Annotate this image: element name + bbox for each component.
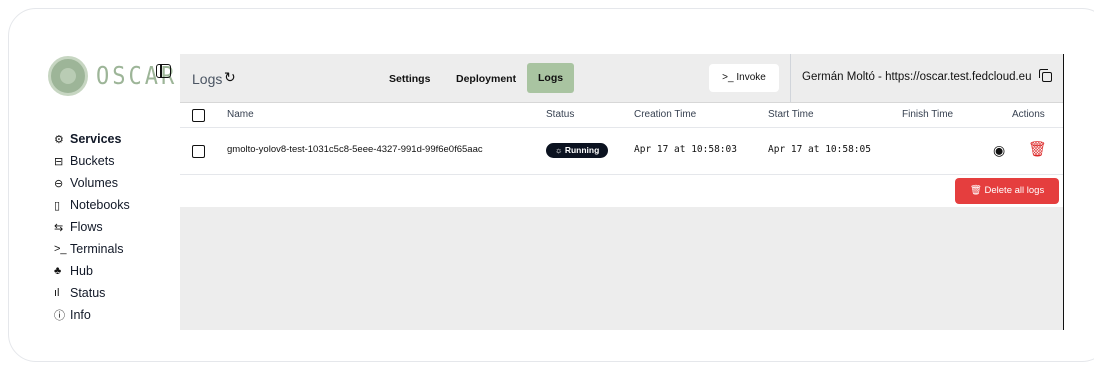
tab-deployment[interactable]: Deployment [445,68,527,90]
column-finish-time: Finish Time [902,109,954,120]
column-actions: Actions [1012,109,1045,120]
table-footer: 🗑 Delete all logs [180,175,1063,207]
row-checkbox[interactable] [192,145,205,158]
sidebar-item-label: Status [70,286,106,300]
sidebar-item-hub[interactable]: ♣ Hub [54,260,130,282]
volume-icon: ⊖ [54,177,64,190]
column-creation-time: Creation Time [634,109,697,120]
column-start-time: Start Time [768,109,814,120]
info-icon: ⓘ [54,310,65,322]
delete-all-logs-button[interactable]: 🗑 Delete all logs [955,178,1059,204]
log-name: gmolto-yolov8-test-1031c5c8-5eee-4327-99… [227,144,483,155]
sidebar-item-label: Volumes [70,176,118,190]
bucket-icon: ⊟ [54,155,64,168]
column-status: Status [546,109,575,120]
hub-icon: ♣ [54,265,62,277]
flows-icon: ⇆ [54,221,64,234]
view-log-icon[interactable]: ◉ [993,142,1005,159]
sidebar-item-flows[interactable]: ⇆ Flows [54,216,130,238]
sidebar-item-status[interactable]: ıl Status [54,282,130,304]
copy-icon[interactable] [1039,69,1052,82]
sidebar-item-info[interactable]: ⓘ Info [54,304,130,326]
sidebar-item-buckets[interactable]: ⊟ Buckets [54,150,130,172]
sidebar-item-label: Terminals [70,242,124,256]
sidebar-toggle-icon[interactable] [156,64,171,78]
divider [790,54,791,102]
sidebar-item-volumes[interactable]: ⊖ Volumes [54,172,130,194]
main-panel: Logs ↻ Settings Deployment Logs >_ Invok… [180,54,1063,330]
sidebar-item-label: Buckets [70,154,115,168]
sidebar-item-services[interactable]: ⚙ Services [54,128,130,150]
sidebar-item-label: Info [70,308,91,322]
panel-edge [1063,54,1064,330]
refresh-icon[interactable]: ↻ [224,69,236,86]
select-all-checkbox[interactable] [192,109,205,122]
sidebar-item-label: Hub [70,264,93,278]
user-endpoint: Germán Moltó - https://oscar.test.fedclo… [802,71,1032,83]
logo-icon [48,56,88,96]
tab-logs[interactable]: Logs [527,63,575,93]
notebook-icon: ▯ [54,199,61,212]
sidebar-nav: ⚙ Services ⊟ Buckets ⊖ Volumes ▯ Noteboo… [54,128,130,326]
creation-time: Apr 17 at 10:58:03 [634,144,737,155]
terminal-icon: >_ [54,243,67,255]
delete-log-icon[interactable]: 🗑 [1028,140,1047,158]
status-badge: ☼ Running [546,143,608,158]
table-row[interactable]: gmolto-yolov8-test-1031c5c8-5eee-4327-99… [180,128,1063,175]
invoke-button[interactable]: >_ Invoke [709,64,779,92]
top-bar: Logs ↻ Settings Deployment Logs >_ Invok… [180,54,1063,103]
sidebar-item-terminals[interactable]: >_ Terminals [54,238,130,260]
trash-icon: 🗑 [969,185,982,196]
table-header: Name Status Creation Time Start Time Fin… [180,103,1063,128]
sidebar-item-notebooks[interactable]: ▯ Notebooks [54,194,130,216]
sidebar-item-label: Services [70,132,122,146]
status-text: Running [564,145,600,155]
status-icon: ıl [54,287,60,299]
start-time: Apr 17 at 10:58:05 [768,144,871,155]
page-title: Logs [192,71,223,87]
logs-table: Name Status Creation Time Start Time Fin… [180,103,1063,207]
sidebar-item-label: Notebooks [70,198,130,212]
delete-all-label: Delete all logs [984,185,1045,196]
services-icon: ⚙ [54,133,64,146]
tab-settings[interactable]: Settings [378,68,441,90]
sidebar-item-label: Flows [70,220,103,234]
column-name: Name [227,109,254,120]
